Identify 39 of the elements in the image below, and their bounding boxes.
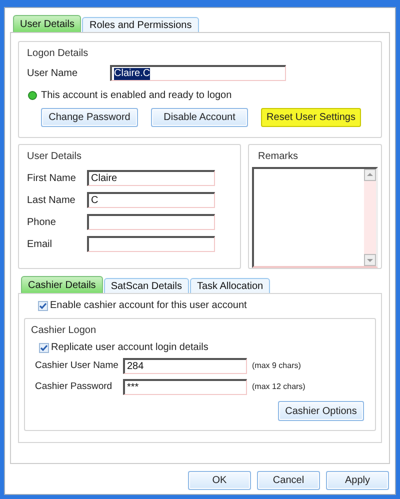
field-hint: (max 12 chars) bbox=[252, 381, 306, 393]
checkbox[interactable] bbox=[38, 300, 48, 310]
user-name-field[interactable]: Claire.C bbox=[110, 65, 286, 81]
checkbox-label: Replicate user account login details bbox=[51, 341, 208, 355]
cashier-options-button[interactable]: Cashier Options bbox=[278, 401, 364, 421]
tab[interactable]: Task Allocation bbox=[190, 278, 270, 294]
group-title: User Details bbox=[27, 150, 82, 164]
action-button[interactable]: Change Password bbox=[41, 108, 138, 127]
group-title: Remarks bbox=[258, 150, 298, 164]
field-label: User Name bbox=[27, 66, 79, 80]
field-label: Cashier User Name bbox=[35, 358, 120, 373]
field-label: Email bbox=[27, 238, 54, 252]
action-button[interactable]: Disable Account bbox=[151, 108, 248, 127]
dialog-button[interactable]: Cancel bbox=[257, 471, 320, 490]
field-hint: (max 9 chars) bbox=[252, 360, 301, 372]
checkbox-label: Enable cashier account for this user account bbox=[50, 299, 247, 313]
group-title: Cashier Logon bbox=[31, 324, 96, 338]
dialog-button[interactable]: OK bbox=[188, 471, 251, 490]
tab[interactable]: Roles and Permissions bbox=[82, 17, 199, 33]
checkbox[interactable] bbox=[39, 342, 49, 352]
text-field[interactable]: C bbox=[87, 192, 215, 208]
status-text: This account is enabled and ready to logon bbox=[41, 89, 232, 103]
field-label: Phone bbox=[27, 216, 57, 230]
tab[interactable]: User Details bbox=[13, 15, 82, 33]
group-title: Logon Details bbox=[27, 47, 88, 61]
tab[interactable]: Cashier Details bbox=[21, 276, 103, 294]
action-button[interactable]: Reset User Settings bbox=[261, 108, 361, 127]
field-label: Cashier Password bbox=[35, 380, 114, 394]
tab[interactable]: SatScan Details bbox=[104, 278, 189, 294]
text-field[interactable] bbox=[87, 214, 215, 230]
remarks-field[interactable] bbox=[252, 167, 378, 268]
field-label: Last Name bbox=[27, 194, 76, 208]
dialog-button[interactable]: Apply bbox=[326, 471, 389, 490]
text-field[interactable]: 284 bbox=[123, 358, 247, 374]
text-field[interactable] bbox=[87, 236, 215, 252]
text-field[interactable]: Claire bbox=[87, 170, 215, 186]
text-field[interactable]: *** bbox=[123, 379, 247, 395]
field-label: First Name bbox=[27, 172, 77, 186]
field-value: Claire.C bbox=[114, 68, 150, 80]
